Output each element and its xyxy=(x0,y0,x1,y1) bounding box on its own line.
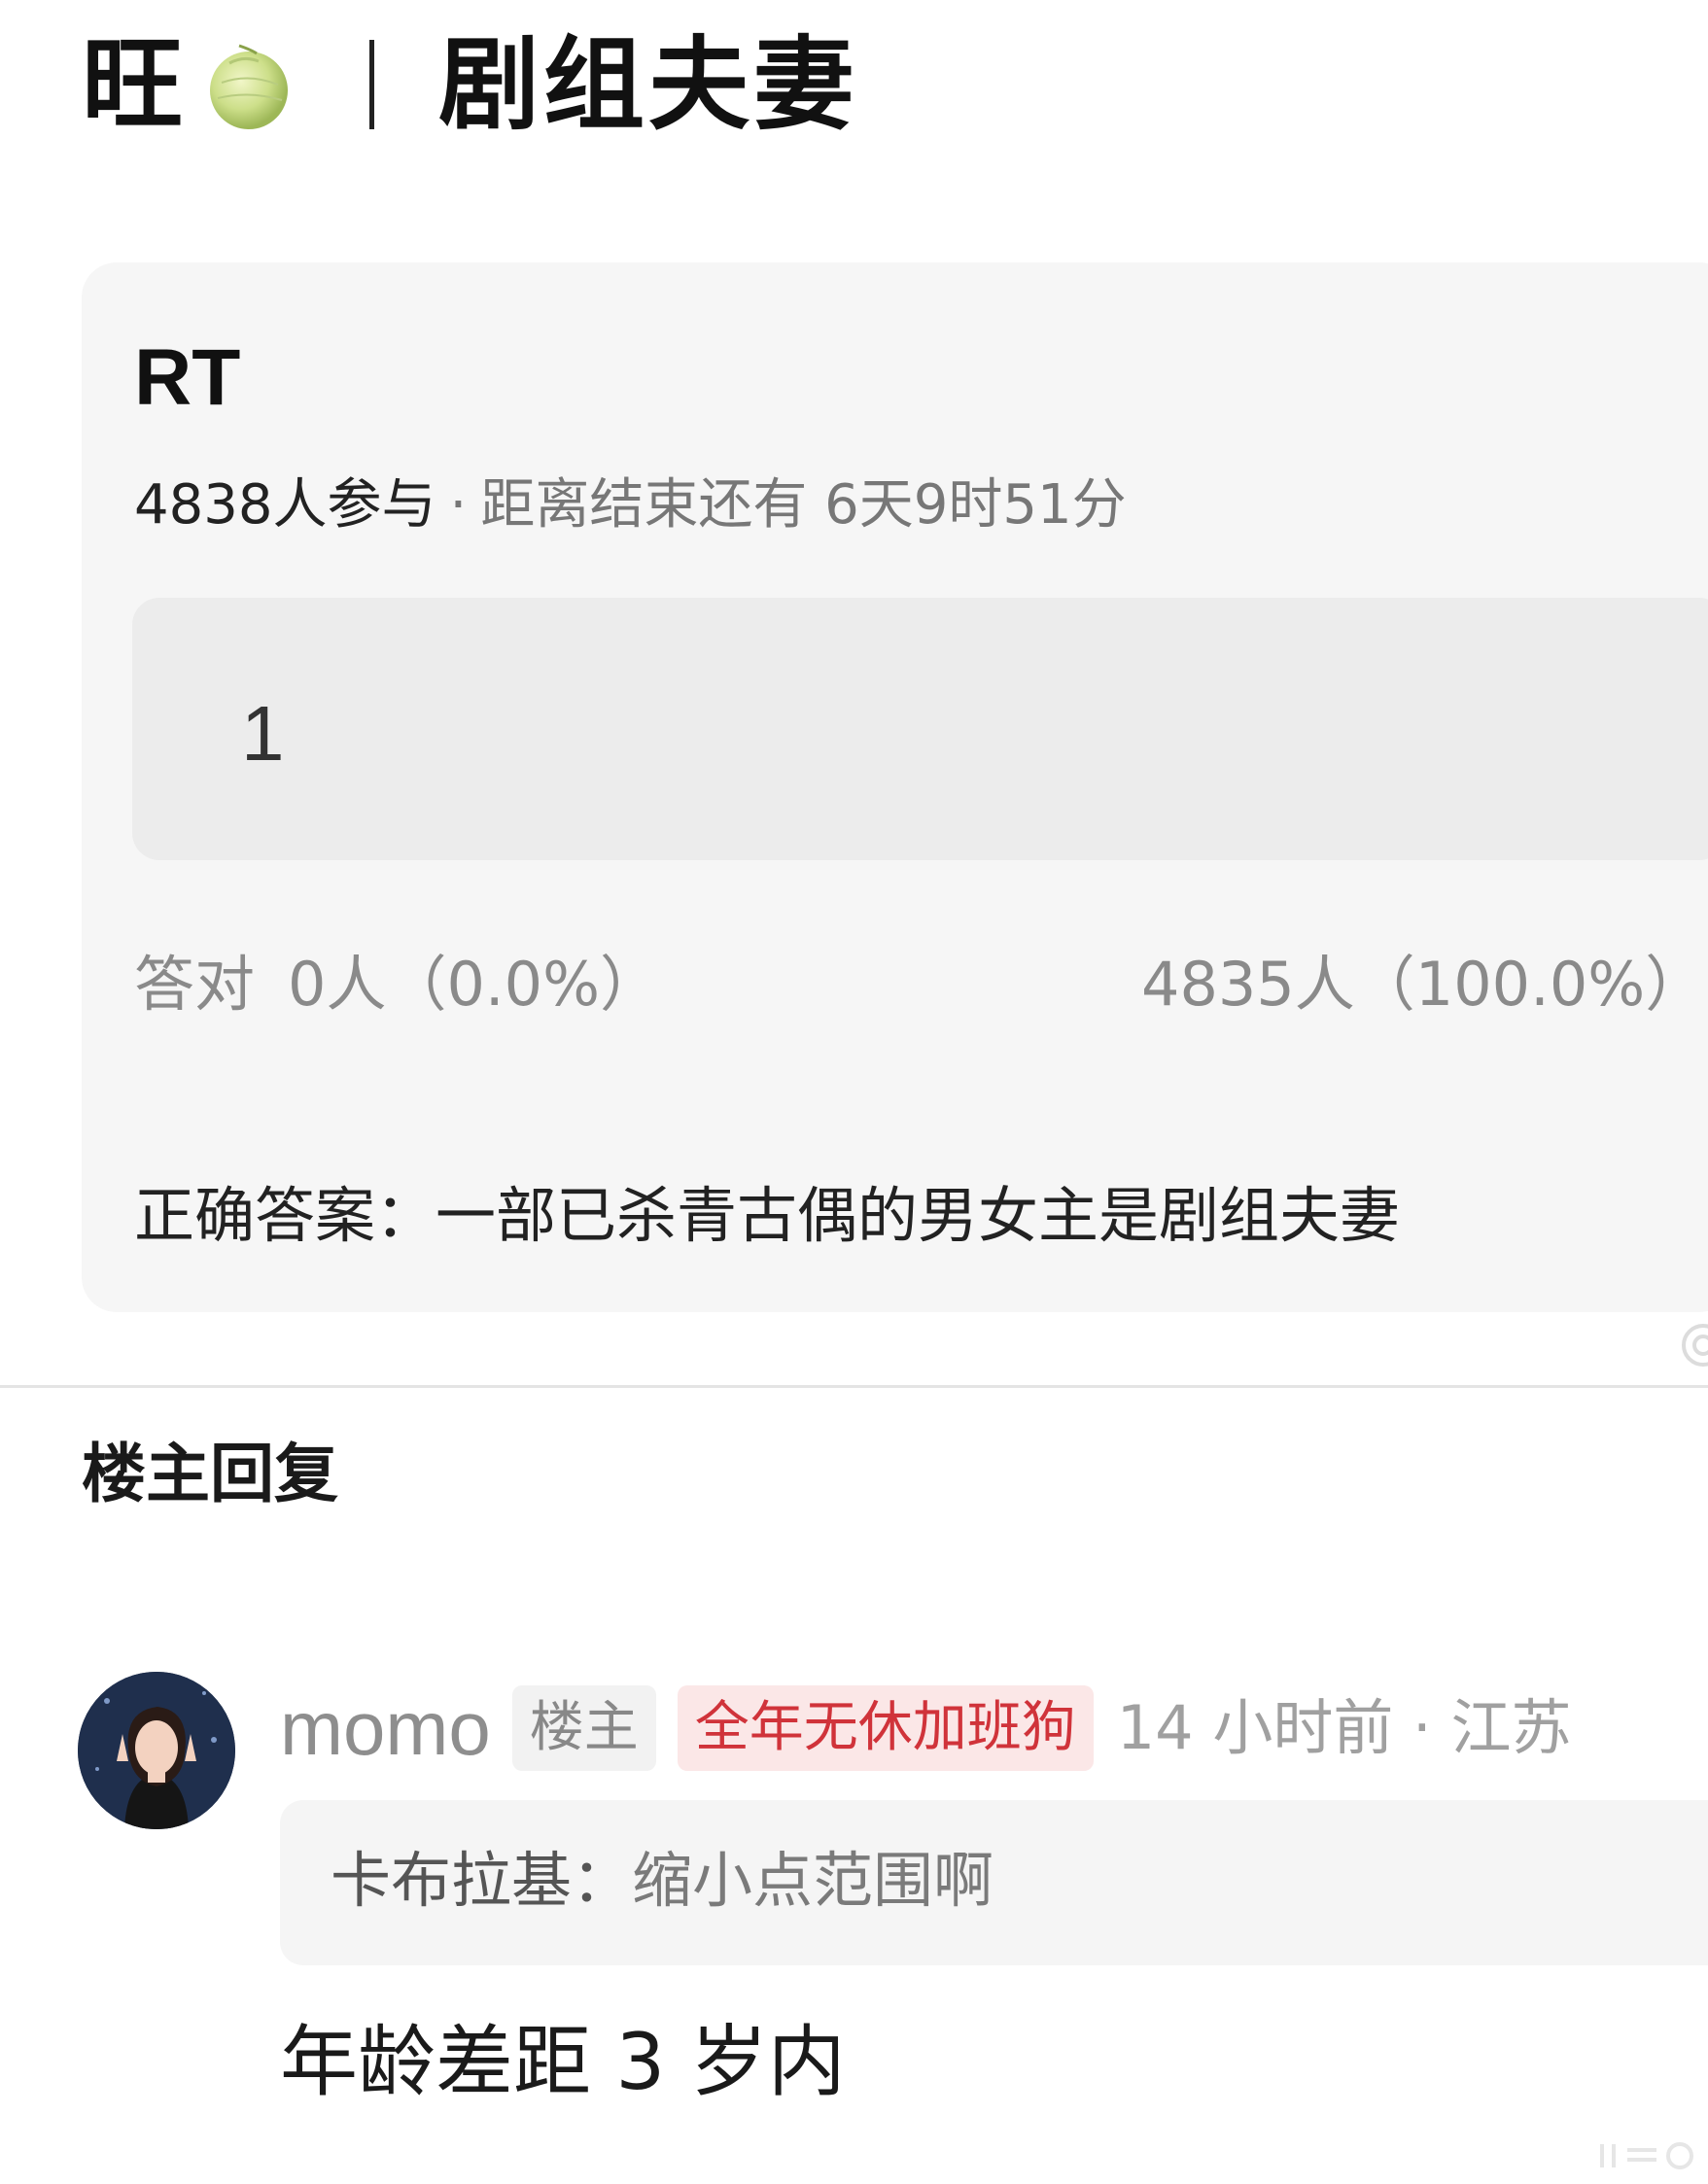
avatar[interactable] xyxy=(78,1672,235,1829)
watermark-icon xyxy=(1670,1314,1708,1372)
quiz-meta: 4838人参与 · 距离结束还有 6天9时51分 xyxy=(134,478,1127,533)
melon-icon xyxy=(200,36,297,133)
quote-author: 卡布拉基： xyxy=(331,1845,633,1916)
reply-header: momo 楼主 全年无休加班狗 14 小时前 · 江苏 xyxy=(280,1680,1571,1777)
participant-count: 4838人参与 xyxy=(134,473,436,537)
section-divider xyxy=(0,1385,1708,1388)
quiz-card: RT 4838人参与 · 距离结束还有 6天9时51分 1 答对 0人（0.0%） 4… xyxy=(82,262,1708,1312)
quiz-title: RT xyxy=(134,333,241,422)
quoted-comment[interactable]: 卡布拉基：缩小点范围啊 xyxy=(280,1800,1708,1965)
op-badge: 楼主 xyxy=(511,1685,656,1771)
watermark-mark-icon xyxy=(1594,2134,1701,2173)
quiz-option[interactable]: 1 xyxy=(132,598,1708,860)
quote-text: 缩小点范围啊 xyxy=(632,1845,994,1916)
header-divider xyxy=(369,40,375,129)
user-title-badge: 全年无休加班狗 xyxy=(677,1685,1094,1771)
page-header: 旺 剧组夫妻 xyxy=(82,21,858,148)
correct-answer: 正确答案：一部已杀青古偶的男女主是剧组夫妻 xyxy=(134,1180,1401,1251)
username[interactable]: momo xyxy=(280,1690,491,1766)
time-remaining: 距离结束还有 6天9时51分 xyxy=(480,473,1127,537)
page-title: 剧组夫妻 xyxy=(438,25,859,144)
section-heading: 楼主回复 xyxy=(82,1437,338,1511)
reply-body: 年龄差距 3 岁内 xyxy=(280,2017,846,2107)
option-label: 1 xyxy=(241,690,285,777)
quote-text-line: 卡布拉基：缩小点范围啊 xyxy=(331,1851,993,1911)
wrong-count: 4835人（100.0%） xyxy=(1141,949,1706,1020)
quiz-stats: 答对 0人（0.0%） 4835人（100.0%） xyxy=(134,954,1708,1023)
correct-stat: 答对 0人（0.0%） xyxy=(134,954,660,1015)
header-prefix: 旺 xyxy=(82,25,184,144)
reply-time-location: 14 小时前 · 江苏 xyxy=(1116,1692,1572,1763)
correct-count: 0人（0.0%） xyxy=(288,949,660,1020)
correct-label: 答对 xyxy=(134,949,256,1020)
meta-separator: · xyxy=(449,473,468,537)
